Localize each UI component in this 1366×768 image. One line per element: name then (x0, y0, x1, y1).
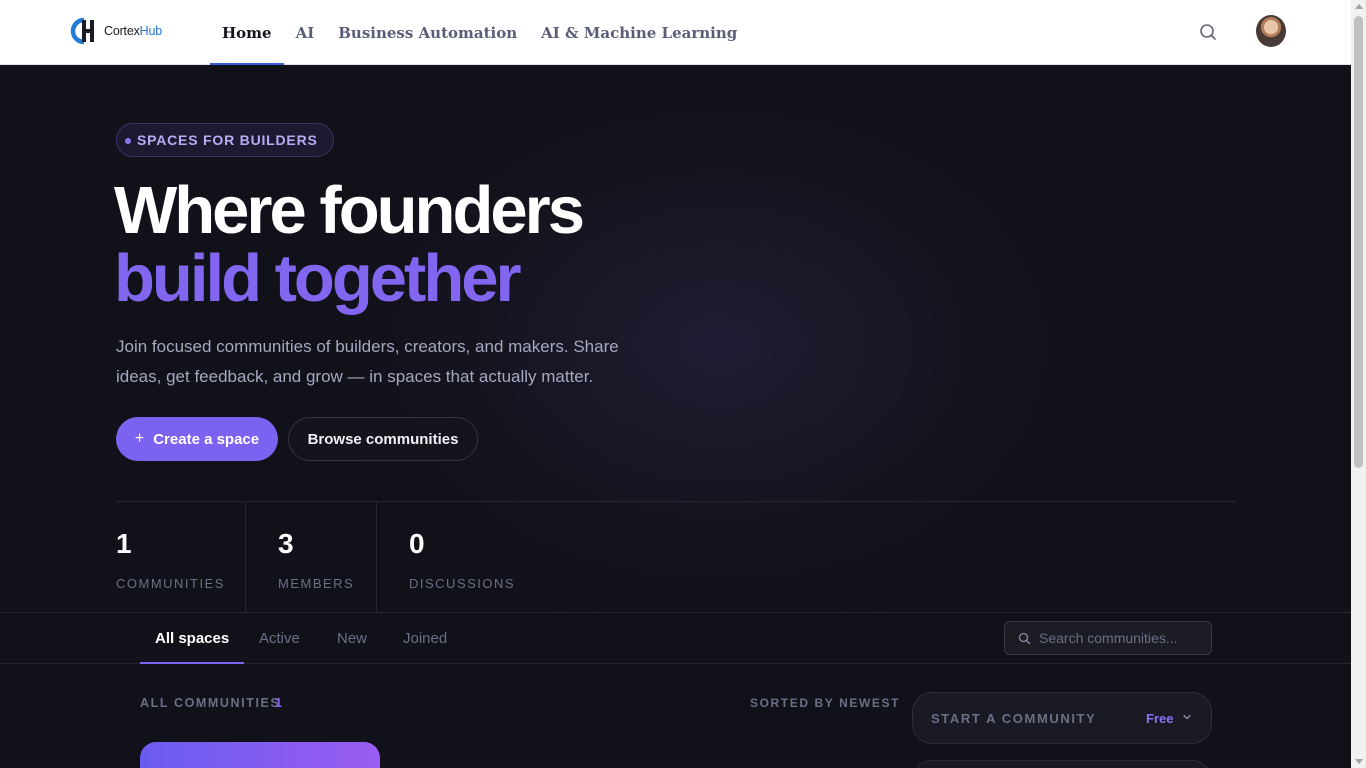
stat-communities: 1 COMMUNITIES (116, 502, 246, 612)
search-input[interactable] (1039, 630, 1199, 646)
hero-badge: SPACES FOR BUILDERS (116, 123, 334, 157)
search-icon (1200, 24, 1216, 40)
community-list-area: ALL COMMUNITIES 1 SORTED BY NEWEST START… (0, 664, 1351, 768)
stat-value: 3 (278, 528, 294, 559)
stat-value: 0 (409, 528, 425, 559)
scroll-down-arrow-icon[interactable] (1355, 759, 1363, 764)
search-icon (1018, 632, 1031, 644)
badge-dot-icon (125, 138, 131, 144)
community-card[interactable] (140, 742, 380, 768)
logo-mark-icon (70, 17, 94, 45)
main-nav: Home AI Business Automation AI & Machine… (210, 0, 749, 65)
tab-new[interactable]: New (337, 613, 367, 663)
top-nav-bar: CortexHub Home AI Business Automation AI… (0, 0, 1351, 65)
start-community-panel[interactable]: START A COMMUNITY Free (912, 692, 1212, 744)
tab-active[interactable]: Active (259, 613, 300, 663)
start-community-label: START A COMMUNITY (931, 711, 1097, 726)
sort-label[interactable]: SORTED BY NEWEST (750, 696, 900, 710)
page-scrollbar[interactable] (1351, 0, 1366, 768)
sidebar-panel (912, 760, 1212, 768)
stat-value: 1 (116, 528, 132, 559)
hero-subtitle: Join focused communities of builders, cr… (116, 337, 619, 386)
browse-communities-button[interactable]: Browse communities (288, 417, 478, 461)
create-space-button[interactable]: + Create a space (116, 417, 278, 461)
brand-name: CortexHub (104, 24, 162, 38)
scroll-up-arrow-icon[interactable] (1355, 4, 1363, 9)
nav-item-ai-machine-learning[interactable]: AI & Machine Learning (529, 0, 749, 65)
hero-headline: Where founders build together (114, 173, 585, 316)
plus-icon: + (134, 430, 145, 447)
stat-discussions: 0 DISCUSSIONS (377, 502, 537, 612)
community-count: 1 (275, 696, 282, 710)
user-avatar[interactable] (1256, 15, 1286, 47)
scrollbar-thumb[interactable] (1354, 16, 1363, 468)
hero-badge-label: SPACES FOR BUILDERS (137, 132, 318, 148)
create-space-label: Create a space (153, 430, 260, 448)
nav-item-home[interactable]: Home (210, 0, 284, 65)
tab-joined[interactable]: Joined (403, 613, 447, 663)
hero-headline-line1: Where founders (114, 173, 585, 248)
filter-tabs-bar: All spaces Active New Joined (0, 612, 1351, 664)
nav-item-business-automation[interactable]: Business Automation (326, 0, 529, 65)
hero-section: SPACES FOR BUILDERS Where founders build… (0, 65, 1351, 612)
nav-item-ai[interactable]: AI (284, 0, 327, 65)
tab-all-spaces[interactable]: All spaces (139, 613, 245, 664)
chevron-down-icon (1183, 714, 1191, 720)
stat-label: COMMUNITIES (116, 576, 225, 591)
section-label: ALL COMMUNITIES (140, 696, 281, 710)
community-search (1004, 621, 1212, 655)
start-community-tier: Free (1146, 711, 1174, 726)
stat-label: MEMBERS (278, 576, 355, 591)
stat-members: 3 MEMBERS (246, 502, 376, 612)
search-button[interactable] (1197, 21, 1219, 43)
hero-headline-line2: build together (114, 241, 522, 316)
stat-label: DISCUSSIONS (409, 576, 516, 591)
browse-communities-label: Browse communities (307, 430, 459, 448)
brand-logo[interactable]: CortexHub (70, 17, 162, 45)
